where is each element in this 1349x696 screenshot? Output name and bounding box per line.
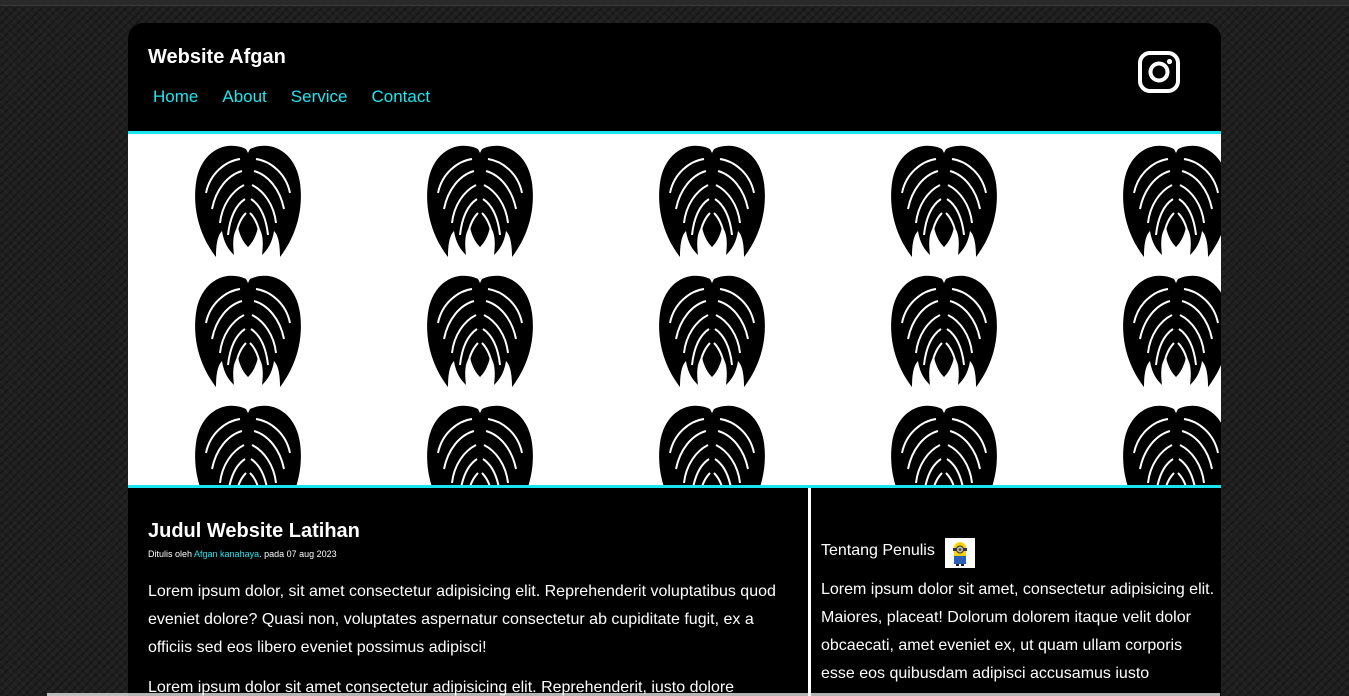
- wings-icon: [194, 274, 302, 388]
- nav-service[interactable]: Service: [291, 87, 348, 107]
- minion-avatar-icon: [945, 538, 975, 568]
- wings-icon: [1122, 404, 1221, 485]
- sidebar-text: Lorem ipsum dolor sit amet, consectetur …: [821, 581, 1215, 682]
- wings-icon: [426, 404, 534, 485]
- wings-icon: [890, 404, 998, 485]
- wings-icon: [426, 274, 534, 388]
- wings-icon: [426, 144, 534, 258]
- wings-icon: [194, 144, 302, 258]
- meta-prefix: Ditulis oleh: [148, 549, 195, 559]
- post-meta: Ditulis oleh Afgan kanahaya. pada 07 aug…: [148, 549, 337, 559]
- hero-banner: [128, 131, 1221, 488]
- wings-icon: [1122, 274, 1221, 388]
- nav-about[interactable]: About: [222, 87, 266, 107]
- nav-contact[interactable]: Contact: [371, 87, 430, 107]
- wings-icon: [658, 274, 766, 388]
- wings-icon: [1122, 144, 1221, 258]
- main-content: Judul Website Latihan Ditulis oleh Afgan…: [128, 488, 808, 696]
- wings-icon: [658, 144, 766, 258]
- meta-suffix: . pada 07 aug 2023: [259, 549, 337, 559]
- instagram-icon[interactable]: [1137, 50, 1181, 94]
- site-title: Website Afgan: [148, 46, 286, 68]
- post-title: Judul Website Latihan: [148, 520, 360, 542]
- sidebar: Tentang Penulis Lorem ipsum dolor sit am…: [811, 488, 1221, 696]
- wings-icon: [658, 404, 766, 485]
- wings-icon: [890, 274, 998, 388]
- site-header: Website Afgan Home About Service Contact: [128, 23, 1221, 131]
- wings-icon: [194, 404, 302, 485]
- browser-top-strip: [0, 0, 1349, 6]
- main-nav: Home About Service Contact: [153, 87, 430, 107]
- nav-home[interactable]: Home: [153, 87, 198, 107]
- author-link[interactable]: Afgan kanahaya: [194, 549, 259, 559]
- post-paragraph-1: Lorem ipsum dolor, sit amet consectetur …: [148, 583, 776, 656]
- page-container: Website Afgan Home About Service Contact: [128, 23, 1221, 696]
- sidebar-title: Tentang Penulis: [821, 542, 935, 559]
- wings-icon: [890, 144, 998, 258]
